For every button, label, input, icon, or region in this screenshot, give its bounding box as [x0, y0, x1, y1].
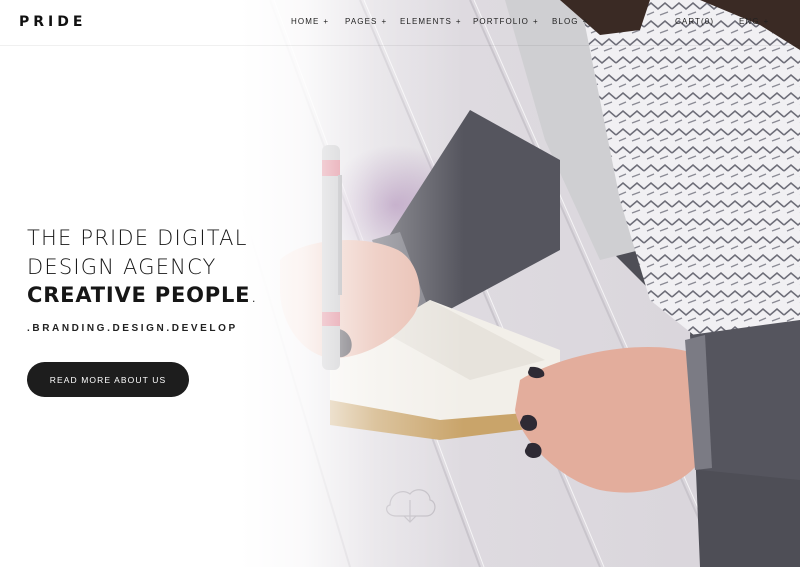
nav-item-blog[interactable]: BLOG + — [552, 17, 588, 26]
plus-icon: + — [381, 17, 388, 26]
nav-label: CART(0) — [675, 17, 715, 26]
hero-heading-period: . — [250, 283, 258, 307]
site-header: PRIDE HOME + PAGES + ELEMENTS + PORTFOLIO + … — [0, 0, 800, 46]
plus-icon: + — [763, 17, 770, 26]
plus-icon: + — [455, 17, 462, 26]
nav-label: HOME — [291, 17, 320, 26]
read-more-button[interactable]: READ MORE ABOUT US — [27, 362, 189, 397]
hero-heading-bold: CREATIVE PEOPLE — [27, 283, 251, 307]
plus-icon: + — [532, 17, 539, 26]
nav-label: PORTFOLIO — [473, 17, 529, 26]
nav-label: ELEMENTS — [400, 17, 452, 26]
nav-label: PAGES — [345, 17, 378, 26]
logo[interactable]: PRIDE — [19, 14, 86, 30]
plus-icon: + — [582, 17, 589, 26]
nav-label: ENG — [739, 17, 760, 26]
nav-label: BLOG — [552, 17, 579, 26]
hero-heading-line-2: DESIGN AGENCY — [27, 255, 217, 279]
nav-item-portfolio[interactable]: PORTFOLIO + — [473, 17, 539, 26]
nav-item-language[interactable]: ENG + — [739, 17, 769, 26]
hero-heading-line-3: CREATIVE PEOPLE. — [27, 283, 258, 307]
nav-item-cart[interactable]: CART(0) — [675, 17, 714, 26]
nav-item-pages[interactable]: PAGES + — [345, 17, 387, 26]
nav-item-elements[interactable]: ELEMENTS + — [400, 17, 462, 26]
hero-tagline: .BRANDING.DESIGN.DEVELOP — [27, 323, 238, 334]
plus-icon: + — [323, 17, 330, 26]
nav-item-home[interactable]: HOME + — [291, 17, 329, 26]
hero-heading-line-1: THE PRIDE DIGITAL — [27, 226, 248, 250]
